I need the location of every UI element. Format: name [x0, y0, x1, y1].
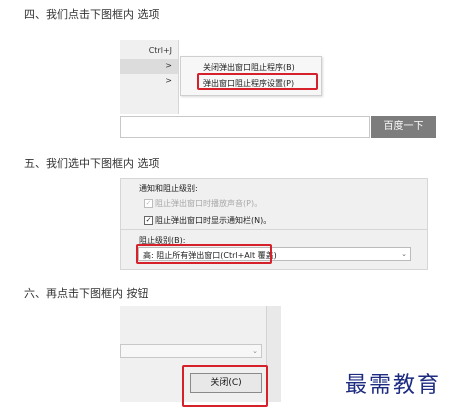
step-5-instruction: 五、我们选中下图框内 选项: [24, 157, 160, 170]
menu-row-popup-blocker[interactable]: >: [120, 59, 178, 74]
divider: [121, 229, 427, 230]
sound-option-label: 阻止弹出窗口时播放声音(P)。: [155, 199, 263, 208]
search-input[interactable]: [120, 116, 370, 138]
notification-bar-label: 阻止弹出窗口时显示通知栏(N)。: [155, 216, 272, 225]
dialog-side-strip: [266, 306, 281, 402]
step-4-instruction: 四、我们点击下图框内 选项: [24, 8, 160, 21]
shortcut-label: Ctrl+J: [148, 46, 172, 55]
submenu-arrow-icon: >: [165, 61, 172, 70]
notification-bar-checkbox[interactable]: ✓: [144, 216, 153, 225]
step-6-instruction: 六、再点击下图框内 按钮: [24, 287, 149, 300]
submenu-arrow-icon: >: [165, 76, 172, 85]
chevron-down-icon: ⌄: [252, 347, 258, 355]
highlight-box: [197, 73, 318, 90]
menu-row-next[interactable]: >: [120, 74, 178, 89]
menu-item-turn-off-blocker[interactable]: 关闭弹出窗口阻止程序(B): [203, 62, 295, 73]
disabled-select[interactable]: ⌄: [120, 344, 262, 358]
group-label: 通知和阻止级别:: [139, 184, 198, 193]
chevron-down-icon: ⌄: [401, 250, 407, 258]
watermark-logo: 最需教育: [345, 373, 442, 398]
baidu-search-button[interactable]: 百度一下: [371, 116, 436, 138]
highlight-box: [182, 365, 268, 407]
sound-checkbox[interactable]: ✓: [144, 199, 153, 208]
menu-row-shortcut[interactable]: Ctrl+J: [120, 44, 178, 59]
highlight-box: [136, 244, 272, 264]
